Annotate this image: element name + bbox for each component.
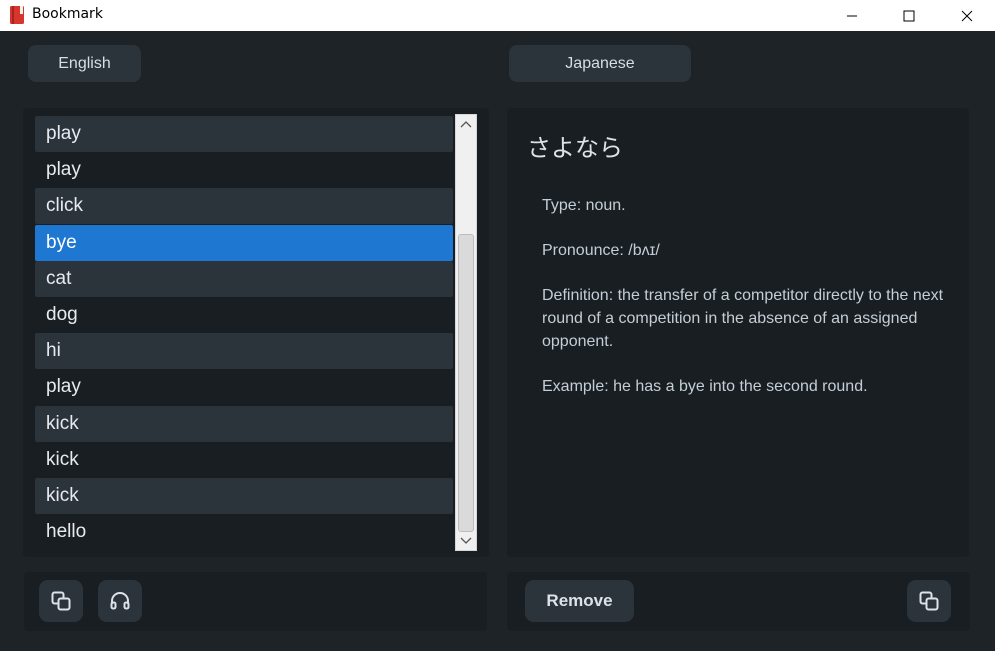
definition-body: Type: noun. Pronounce: /bʌɪ/ Definition:… [542,194,960,420]
list-item[interactable]: kick [35,405,453,442]
headphones-icon [110,592,130,610]
window-title: Bookmark [32,6,103,22]
copy-definition-button[interactable] [907,580,951,622]
copy-icon [51,591,71,611]
pronunciation: Pronounce: /bʌɪ/ [542,242,660,259]
scrollbar[interactable] [455,114,477,551]
close-button[interactable] [944,0,990,31]
list-item[interactable]: kick [35,477,453,514]
list-item[interactable]: play [35,152,453,188]
definition-panel: さよなら Type: noun. Pronounce: /bʌɪ/ Defini… [507,108,969,557]
bookmark-app-icon [10,6,24,24]
list-item[interactable]: hi [35,333,453,370]
chevron-down-icon [460,537,472,544]
target-language-button[interactable]: Japanese [509,45,691,82]
left-toolbar [24,572,487,631]
list-item[interactable]: click [35,188,453,225]
minimize-icon [847,15,857,16]
list-item[interactable]: dog [35,297,453,333]
list-item-selected[interactable]: bye [35,224,453,261]
word-list-panel: play play click bye cat dog hi play kick kick kick… [23,108,489,557]
source-language-button[interactable]: English [28,45,141,82]
close-icon [961,10,973,21]
scroll-down-button[interactable] [456,532,476,550]
copy-icon [919,591,939,611]
translated-word: さよなら [527,134,623,162]
maximize-button[interactable] [886,0,932,31]
listen-button[interactable] [98,580,142,622]
example-text: Example: he has a bye into the second ro… [542,378,868,395]
list-item[interactable]: hello [35,514,453,550]
list-item[interactable]: play [35,369,453,405]
copy-word-button[interactable] [39,580,83,622]
right-toolbar: Remove [507,572,970,631]
list-item[interactable]: cat [35,260,453,297]
list-item[interactable]: play [35,116,453,152]
scroll-thumb[interactable] [458,234,474,532]
word-type: Type: noun. [542,197,626,214]
maximize-icon [903,10,915,21]
word-list: play play click bye cat dog hi play kick kick kick… [35,116,453,550]
definition-text: Definition: the transfer of a competitor… [542,287,944,350]
minimize-button[interactable] [829,0,875,31]
scroll-up-button[interactable] [456,115,476,133]
list-item[interactable]: kick [35,442,453,478]
remove-button[interactable]: Remove [525,580,634,622]
chevron-up-icon [460,121,472,128]
title-bar: Bookmark [0,0,995,31]
